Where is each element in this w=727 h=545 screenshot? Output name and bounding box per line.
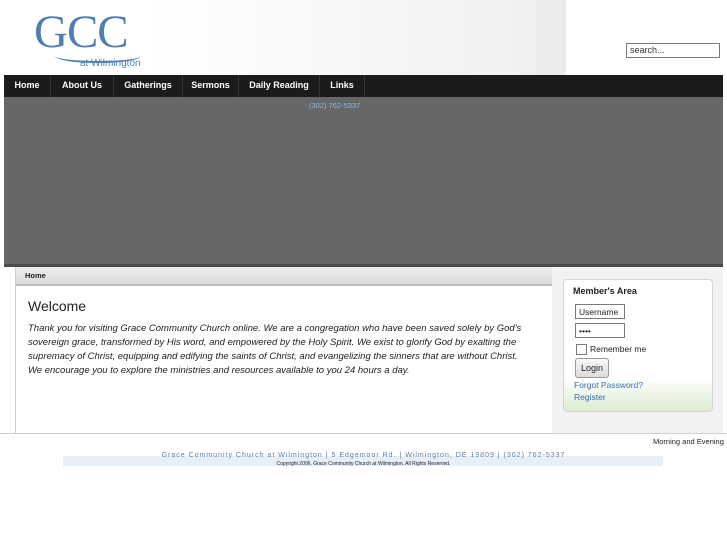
logo[interactable]: GCC at Wilmington — [30, 5, 150, 71]
header: GCC at Wilmington search... — [0, 0, 727, 75]
forgot-password-link[interactable]: Forgot Password? — [574, 380, 643, 390]
register-link[interactable]: Register — [574, 392, 606, 402]
header-gradient — [150, 0, 536, 75]
nav-item-gatherings[interactable]: Gatherings — [114, 75, 183, 97]
content-divider — [0, 433, 727, 434]
login-button[interactable]: Login — [575, 358, 609, 378]
nav-item-links[interactable]: Links — [320, 75, 365, 97]
nav-item-about-us[interactable]: About Us — [51, 75, 114, 97]
header-band — [536, 0, 566, 75]
remember-me-label: Remember me — [590, 344, 647, 354]
main-nav: Home About Us Gatherings Sermons Daily R… — [4, 75, 723, 97]
copyright: Copyright 2006, Grace Community Church a… — [276, 461, 451, 467]
page-title: Welcome — [28, 298, 87, 314]
main-content: Home Welcome Thank you for visiting Grac… — [15, 267, 553, 433]
password-field[interactable]: •••• — [575, 323, 625, 338]
footer-address: Grace Community Church at Wilmington | 5… — [161, 452, 566, 459]
logo-subtitle: at Wilmington — [80, 58, 141, 69]
breadcrumb-bar: Home — [16, 267, 552, 286]
nav-item-sermons[interactable]: Sermons — [183, 75, 239, 97]
welcome-text: Thank you for visiting Grace Community C… — [28, 323, 522, 376]
username-field[interactable]: Username — [575, 304, 625, 319]
members-area: Member's Area Username •••• Remember me … — [563, 279, 713, 412]
nav-item-daily-reading[interactable]: Daily Reading — [239, 75, 320, 97]
hero-phone: (302) 762-5337 — [309, 101, 361, 110]
search-input[interactable]: search... — [626, 43, 720, 58]
remember-me-checkbox[interactable] — [576, 344, 587, 355]
breadcrumb[interactable]: Home — [25, 271, 46, 280]
tagline[interactable]: Morning and Evening — [653, 437, 724, 446]
members-area-title: Member's Area — [573, 286, 637, 296]
nav-item-home[interactable]: Home — [4, 75, 51, 97]
hero-banner: (302) 762-5337 — [4, 97, 723, 267]
